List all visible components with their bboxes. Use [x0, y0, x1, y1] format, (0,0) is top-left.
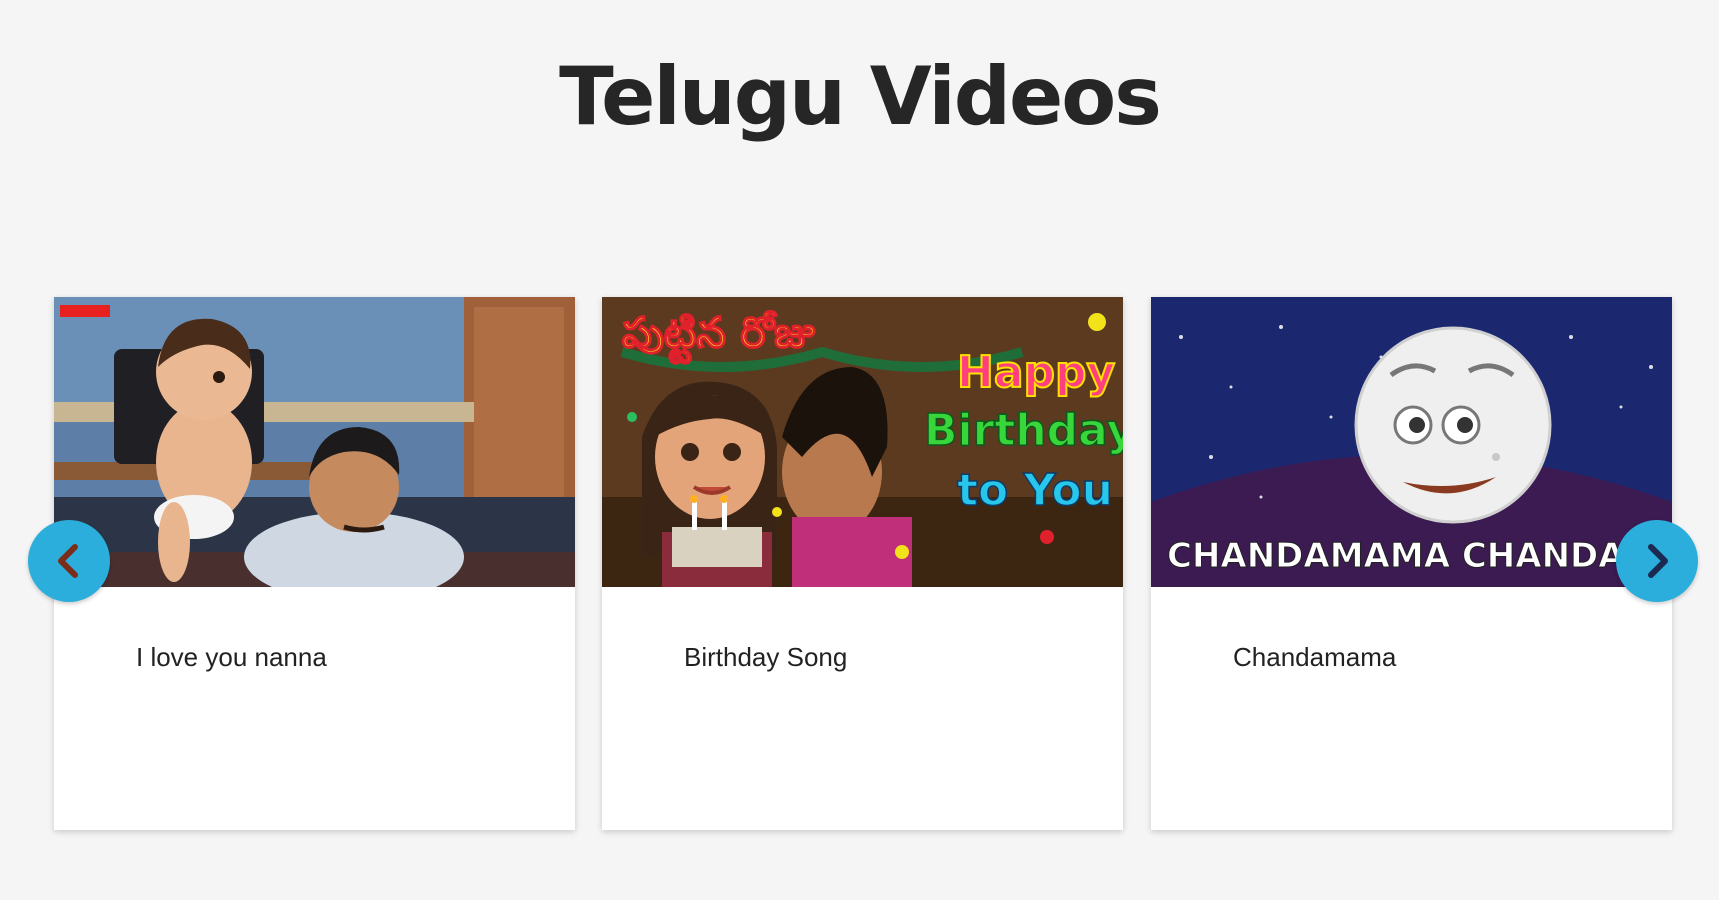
birthday-cartoon-thumbnail: పుట్టిన రోజు Happy Birthday to You: [602, 297, 1123, 587]
page: Telugu Videos I love you nanna పుట్టిన ర…: [0, 0, 1719, 900]
video-title[interactable]: Birthday Song: [684, 642, 847, 673]
chevron-left-icon: [58, 544, 78, 578]
thumbnail-text-line2: Birthday: [924, 405, 1123, 456]
thumbnail-telugu-text: పుట్టిన రోజు: [622, 308, 815, 364]
smiling-moon-thumbnail: CHANDAMAMA CHANDAMAMA: [1151, 297, 1672, 587]
video-title[interactable]: Chandamama: [1233, 642, 1396, 673]
video-card[interactable]: పుట్టిన రోజు Happy Birthday to You Birth…: [602, 297, 1123, 830]
video-thumbnail[interactable]: పుట్టిన రోజు Happy Birthday to You: [602, 297, 1123, 587]
thumbnail-text-line1: Happy: [957, 347, 1115, 398]
video-carousel: I love you nanna పుట్టిన రోజు Happy Birt…: [0, 297, 1719, 832]
video-title[interactable]: I love you nanna: [136, 642, 327, 673]
carousel-next-button[interactable]: [1616, 520, 1698, 602]
video-thumbnail[interactable]: [54, 297, 575, 587]
carousel-prev-button[interactable]: [28, 520, 110, 602]
video-card[interactable]: I love you nanna: [54, 297, 575, 830]
video-thumbnail[interactable]: CHANDAMAMA CHANDAMAMA: [1151, 297, 1672, 587]
thumbnail-text-line3: to You: [957, 465, 1113, 516]
cartoon-baby-and-father-thumbnail: [54, 297, 575, 587]
chevron-right-icon: [1648, 544, 1668, 578]
thumbnail-text: CHANDAMAMA CHANDAMAMA: [1167, 536, 1672, 576]
video-card[interactable]: CHANDAMAMA CHANDAMAMA Chandamama: [1151, 297, 1672, 830]
page-title: Telugu Videos: [559, 50, 1162, 143]
